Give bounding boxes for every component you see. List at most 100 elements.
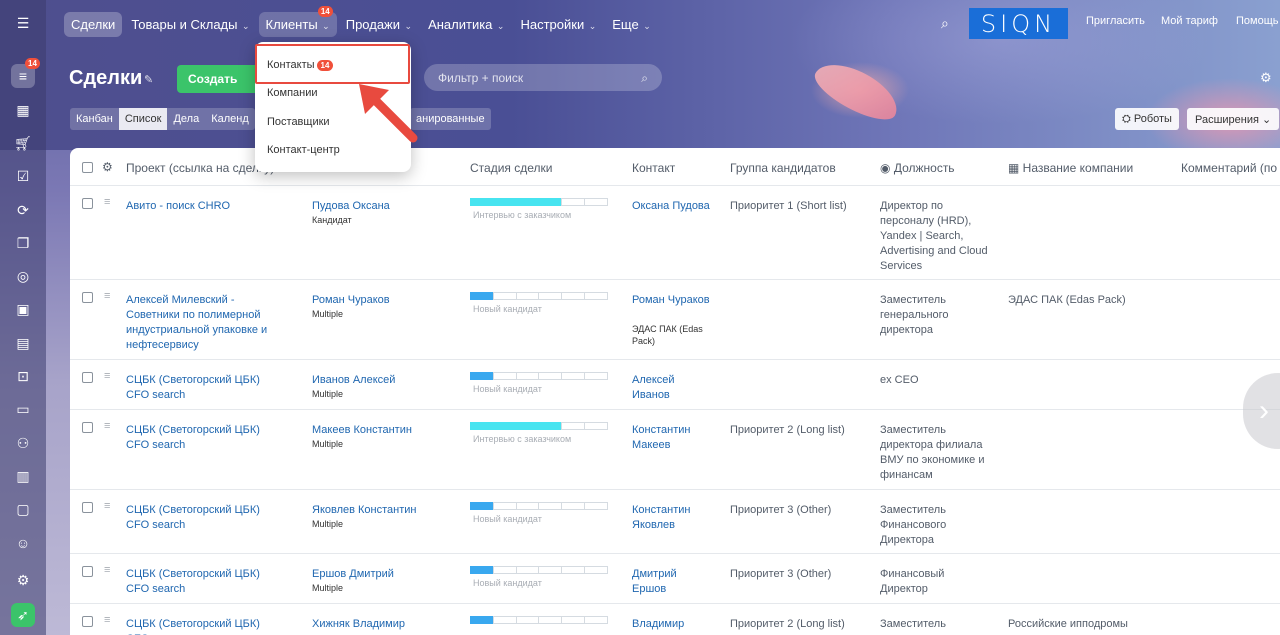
settings-icon[interactable]: ⚙ (11, 568, 35, 592)
contact-link[interactable]: Константин Яковлев (632, 503, 712, 533)
contact-card-icon[interactable]: ▢ (11, 497, 35, 521)
contact-link[interactable]: Константин Макеев (632, 423, 712, 453)
candidate-link[interactable]: Пудова Оксана (312, 199, 452, 214)
inbox-icon[interactable]: ▭ (11, 397, 35, 421)
candidate-group: Приоритет 2 (Long list) (730, 424, 845, 436)
tab-activities[interactable]: Дела (167, 108, 205, 130)
project-link[interactable]: СЦБК (Светогорский ЦБК) CFO search (126, 373, 286, 403)
contact-link[interactable]: Дмитрий Ершов (632, 567, 712, 597)
row-checkbox[interactable] (82, 292, 93, 303)
menu-item-contacts[interactable]: Контакты 14 (267, 59, 334, 71)
checkbox-icon[interactable]: ☑ (11, 164, 35, 188)
nav-more[interactable]: Еще ⌄ (605, 12, 658, 37)
select-all-checkbox[interactable] (82, 162, 93, 173)
robots-button[interactable]: ⛭ Роботы (1115, 108, 1179, 130)
drag-handle-icon[interactable]: ≡ (104, 564, 115, 576)
nav-settings[interactable]: Настройки ⌄ (513, 12, 603, 37)
drag-handle-icon[interactable]: ≡ (104, 290, 115, 302)
drag-handle-icon[interactable]: ≡ (104, 614, 115, 626)
drag-handle-icon[interactable]: ≡ (104, 420, 115, 432)
person-icon: ◉ (880, 161, 894, 175)
stage-progress-bar[interactable] (470, 292, 608, 300)
candidate-link[interactable]: Роман Чураков (312, 293, 452, 308)
column-settings-gear-icon[interactable]: ⚙ (102, 160, 113, 174)
column-header-position[interactable]: ◉ Должность (880, 161, 955, 175)
row-checkbox[interactable] (82, 198, 93, 209)
tab-kanban[interactable]: Канбан (70, 108, 119, 130)
column-header-stage[interactable]: Стадия сделки (470, 161, 552, 175)
candidate-link[interactable]: Макеев Константин (312, 423, 452, 438)
row-checkbox[interactable] (82, 372, 93, 383)
nav-deals[interactable]: Сделки (64, 11, 123, 37)
row-checkbox[interactable] (82, 502, 93, 513)
menu-item-suppliers[interactable]: Поставщики (267, 116, 330, 128)
contact-link[interactable]: Владимир (632, 617, 712, 632)
nav-goods-and-warehouses[interactable]: Товары и Склады ⌄ (124, 12, 256, 37)
contact-link[interactable]: Оксана Пудова (632, 199, 712, 214)
project-link[interactable]: СЦБК (Светогорский ЦБК) CFO search (126, 423, 286, 453)
menu-icon[interactable]: ☰ (11, 11, 35, 35)
candidate-link[interactable]: Ершов Дмитрий (312, 567, 452, 582)
column-header-company[interactable]: ▦ Название компании (1008, 161, 1133, 175)
stage-progress-bar[interactable] (470, 422, 608, 430)
column-header-contact[interactable]: Контакт (632, 161, 675, 175)
stage-progress-bar[interactable] (470, 616, 608, 624)
refresh-icon[interactable]: ⟳ (11, 198, 35, 222)
company-logo[interactable]: SIQN (969, 8, 1068, 39)
table-header: ⚙ Проект (ссылка на сделку) Стадия сделк… (70, 148, 1280, 186)
project-link[interactable]: СЦБК (Светогорский ЦБК) CFO (126, 617, 286, 635)
extensions-button[interactable]: Расширения ⌄ (1187, 108, 1280, 130)
create-button[interactable]: Создать (177, 65, 259, 93)
gear-icon[interactable]: ⚙ (1260, 70, 1272, 86)
stage-progress-bar[interactable] (470, 502, 608, 510)
row-checkbox[interactable] (82, 422, 93, 433)
my-tariff-button[interactable]: Мой тариф (1161, 15, 1218, 27)
stage-progress-bar[interactable] (470, 372, 608, 380)
filter-search-input[interactable]: Фильтр + поиск ⌕ (424, 64, 662, 91)
search-icon[interactable]: ⌕ (941, 15, 949, 32)
robot-icon[interactable]: ☺ (11, 531, 35, 555)
bar-chart-icon[interactable]: ▥ (11, 464, 35, 488)
users-icon[interactable]: ⚇ (11, 431, 35, 455)
project-link[interactable]: Авито - поиск CHRO (126, 199, 286, 214)
project-link[interactable]: СЦБК (Светогорский ЦБК) CFO search (126, 503, 286, 533)
stage-progress-bar[interactable] (470, 566, 608, 574)
contact-link[interactable]: Алексей Иванов (632, 373, 712, 403)
candidate-link[interactable]: Хижняк Владимир (312, 617, 452, 632)
presentation-icon[interactable]: ⊡ (11, 364, 35, 388)
chat-icon[interactable]: ❐ (11, 231, 35, 255)
tab-list[interactable]: Список (118, 108, 168, 130)
candidate-link[interactable]: Иванов Алексей (312, 373, 452, 388)
rocket-icon[interactable]: ➶ (11, 603, 35, 627)
project-link[interactable]: Алексей Милевский - Советники по полимер… (126, 293, 286, 353)
contact-link[interactable]: Роман Чураков (632, 293, 712, 308)
drag-handle-icon[interactable]: ≡ (104, 500, 115, 512)
candidate-link[interactable]: Яковлев Константин (312, 503, 452, 518)
invite-button[interactable]: Пригласить (1086, 15, 1145, 27)
menu-item-companies[interactable]: Компании (267, 87, 318, 99)
project-link[interactable]: СЦБК (Светогорский ЦБК) CFO search (126, 567, 286, 597)
drag-handle-icon[interactable]: ≡ (104, 370, 115, 382)
calendar-grid-icon[interactable]: ▦ (11, 98, 35, 122)
calendar-icon[interactable]: ▣ (11, 297, 35, 321)
menu-item-contact-center[interactable]: Контакт-центр (267, 144, 340, 156)
row-checkbox[interactable] (82, 566, 93, 577)
cart-icon[interactable]: 🛒︎ (11, 131, 35, 155)
tab-calendar[interactable]: Календ (205, 108, 255, 130)
column-header-comment[interactable]: Комментарий (по к (1181, 161, 1280, 175)
target-icon[interactable]: ◎ (11, 264, 35, 288)
position-text: Финансовый Директор (880, 568, 945, 595)
stage-segment (492, 292, 517, 300)
help-button[interactable]: Помощь (1236, 15, 1279, 27)
pin-icon[interactable]: ✎ (144, 73, 153, 86)
stage-progress-bar[interactable] (470, 198, 608, 206)
drag-handle-icon[interactable]: ≡ (104, 196, 115, 208)
column-header-project[interactable]: Проект (ссылка на сделку) (126, 161, 274, 175)
row-checkbox[interactable] (82, 616, 93, 627)
document-icon[interactable]: ▤ (11, 331, 35, 355)
column-header-group[interactable]: Группа кандидатов (730, 161, 836, 175)
nav-clients[interactable]: Клиенты ⌄ 14 (258, 5, 337, 37)
nav-analytics[interactable]: Аналитика ⌄ (421, 12, 511, 37)
sidebar-item-deals[interactable]: ≡ 14 (11, 58, 40, 88)
nav-sales[interactable]: Продажи ⌄ (339, 12, 419, 37)
